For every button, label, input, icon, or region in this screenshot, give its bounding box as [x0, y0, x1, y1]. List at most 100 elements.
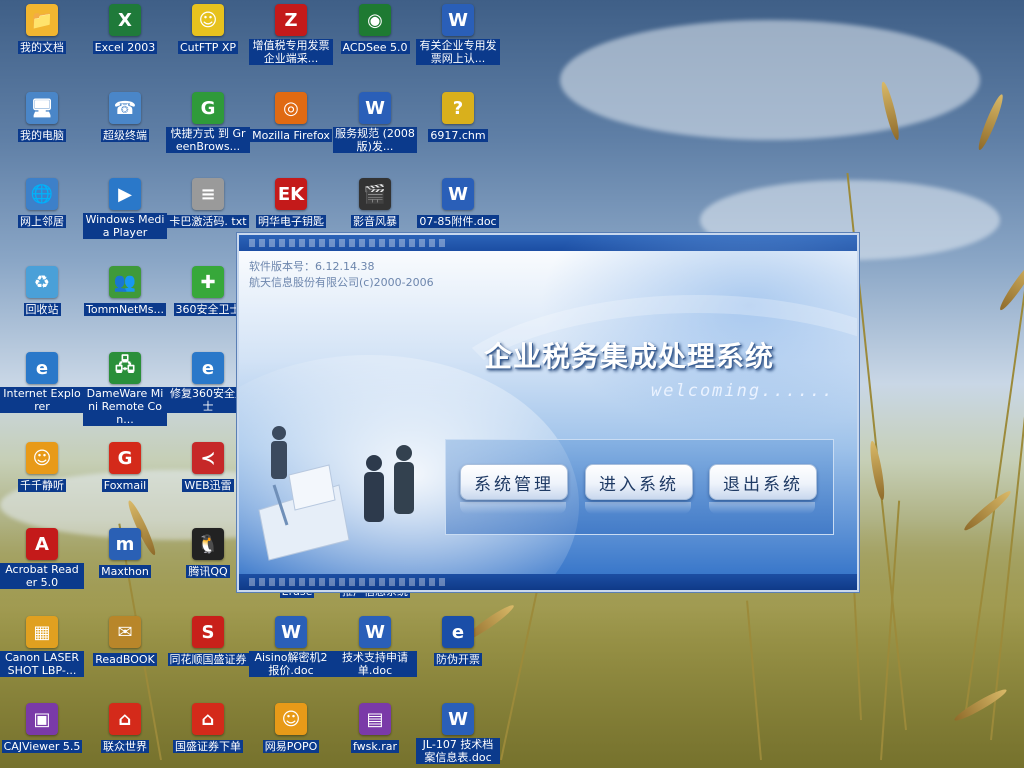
desktop-icon[interactable]: ? 6917.chm	[416, 92, 500, 143]
icon-label: Maxthon	[99, 565, 151, 578]
desktop-icon[interactable]: W 技术支持申请单.doc	[333, 616, 417, 678]
desktop-icon[interactable]: 📁 我的文档	[0, 4, 84, 55]
word-doc-icon: W	[359, 616, 391, 648]
word-doc-icon: W	[442, 178, 474, 210]
icon-label: 网上邻居	[18, 215, 66, 228]
network-places-icon: 🌐	[26, 178, 58, 210]
icon-label: 超级终端	[101, 129, 149, 142]
printer-folder-icon: ▦	[26, 616, 58, 648]
folder-icon: 📁	[26, 4, 58, 36]
icon-label: 国盛证券下单	[173, 740, 243, 753]
icon-label: ReadBOOK	[93, 653, 157, 666]
desktop-icon[interactable]: ☎ 超级终端	[83, 92, 167, 143]
desktop-icon[interactable]: e Internet Explorer	[0, 352, 84, 414]
desktop-icon[interactable]: X Excel 2003	[83, 4, 167, 55]
icon-label: 腾讯QQ	[186, 565, 230, 578]
desktop-icon[interactable]: ⌂ 联众世界	[83, 703, 167, 754]
desktop-icon[interactable]: ⌂ 国盛证券下单	[166, 703, 250, 754]
word-doc-icon: W	[442, 4, 474, 36]
stock-app-icon: S	[192, 616, 224, 648]
desktop-icon[interactable]: W 07-85附件.doc	[416, 178, 500, 229]
icon-label: 网易POPO	[262, 740, 320, 753]
firefox-icon: ◎	[275, 92, 307, 124]
popo-icon: ☺	[275, 703, 307, 735]
desktop-icon[interactable]: Z 增值税专用发票企业端采...	[249, 4, 333, 66]
desktop-icon[interactable]: ▤ fwsk.rar	[333, 703, 417, 754]
system-management-button[interactable]: 系统管理	[460, 464, 568, 500]
desktop-icon[interactable]: EK 明华电子钥匙	[249, 178, 333, 229]
icon-label: 同花顺国盛证券	[167, 653, 249, 666]
desktop-icon[interactable]: ☺ 千千静听	[0, 442, 84, 493]
icon-label: 影音风暴	[351, 215, 399, 228]
users-icon: 👥	[109, 266, 141, 298]
recycle-bin-icon: ♻	[26, 266, 58, 298]
icon-label: 回收站	[23, 303, 61, 316]
icon-label: 快捷方式 到 GreenBrows...	[166, 127, 250, 153]
house-icon: ⌂	[192, 703, 224, 735]
icon-label: Excel 2003	[92, 41, 158, 54]
desktop-icon[interactable]: W Aisino解密机2报价.doc	[249, 616, 333, 678]
icon-label: 服务规范 (2008版)发...	[333, 127, 417, 153]
excel-icon: X	[109, 4, 141, 36]
help-chm-icon: ?	[442, 92, 474, 124]
desktop-icon[interactable]: ◉ ACDSee 5.0	[333, 4, 417, 55]
icon-label: 防伪开票	[434, 653, 482, 666]
anti-fake-invoice-icon: e	[442, 616, 474, 648]
word-doc-icon: W	[275, 616, 307, 648]
icon-label: 有关企业专用发票网上认...	[416, 39, 500, 65]
desktop-icon[interactable]: e 防伪开票	[416, 616, 500, 667]
tax-system-splash-window: 软件版本号：6.12.14.38 航天信息股份有限公司(c)2000-2006 …	[237, 233, 859, 592]
icon-label: Acrobat Reader 5.0	[0, 563, 84, 589]
icon-label: JL-107 技术档案信息表.doc	[416, 738, 500, 764]
icon-label: 增值税专用发票企业端采...	[249, 39, 333, 65]
text-file-icon: ≡	[192, 178, 224, 210]
thunder-icon: ≺	[192, 442, 224, 474]
desktop-icon[interactable]: 🌐 网上邻居	[0, 178, 84, 229]
desktop-icon[interactable]: W 有关企业专用发票网上认...	[416, 4, 500, 66]
icon-label: Mozilla Firefox	[250, 129, 332, 142]
desktop-icon[interactable]: ♻ 回收站	[0, 266, 84, 317]
desktop-icon[interactable]: ≡ 卡巴激活码. txt	[166, 178, 250, 229]
company-copyright: 航天信息股份有限公司(c)2000-2006	[249, 276, 434, 289]
desktop-icon[interactable]: ◎ Mozilla Firefox	[249, 92, 333, 143]
desktop-icon[interactable]: ▣ CAJViewer 5.5	[0, 703, 84, 754]
version-info: 软件版本号：6.12.14.38 航天信息股份有限公司(c)2000-2006	[249, 259, 434, 291]
rar-archive-icon: ▤	[359, 703, 391, 735]
desktop-icon[interactable]: 🎬 影音风暴	[333, 178, 417, 229]
desktop-icon[interactable]: ☺ CutFTP XP	[166, 4, 250, 55]
version-number: 软件版本号：6.12.14.38	[249, 260, 375, 273]
desktop-icon[interactable]: m Maxthon	[83, 528, 167, 579]
desktop-icon[interactable]: 👥 TommNetMs...	[83, 266, 167, 317]
clapperboard-icon: 🎬	[359, 178, 391, 210]
word-doc-icon: W	[442, 703, 474, 735]
welcome-text: welcoming......	[651, 381, 835, 401]
qq-penguin-icon: 🐧	[192, 528, 224, 560]
desktop-icon[interactable]: ✉ ReadBOOK	[83, 616, 167, 667]
splash-bottom-bar	[239, 574, 857, 590]
icon-label: Canon LASER SHOT LBP-...	[0, 651, 84, 677]
icon-label: 我的文档	[18, 41, 66, 54]
ttplayer-icon: ☺	[26, 442, 58, 474]
cajviewer-icon: ▣	[26, 703, 58, 735]
icon-label: 360安全卫士	[173, 303, 243, 316]
icon-label: Foxmail	[101, 479, 149, 492]
maxthon-icon: m	[109, 528, 141, 560]
desktop-icon[interactable]: 🖥 我的电脑	[0, 92, 84, 143]
desktop-icon[interactable]: 🖧 DameWare Mini Remote Con...	[83, 352, 167, 427]
desktop-icon[interactable]: W JL-107 技术档案信息表.doc	[416, 703, 500, 765]
desktop-icon[interactable]: ▦ Canon LASER SHOT LBP-...	[0, 616, 84, 678]
icon-label: 6917.chm	[428, 129, 488, 142]
desktop-icon[interactable]: W 服务规范 (2008版)发...	[333, 92, 417, 154]
exit-system-button[interactable]: 退出系统	[709, 464, 817, 500]
enter-system-button[interactable]: 进入系统	[585, 464, 693, 500]
desktop-icon[interactable]: ☺ 网易POPO	[249, 703, 333, 754]
desktop-icon[interactable]: G 快捷方式 到 GreenBrows...	[166, 92, 250, 154]
shortcut-ie-icon: e	[192, 352, 224, 384]
desktop-icon[interactable]: A Acrobat Reader 5.0	[0, 528, 84, 590]
icon-label: fwsk.rar	[350, 740, 400, 753]
desktop-icon[interactable]: G Foxmail	[83, 442, 167, 493]
icon-label: 技术支持申请单.doc	[333, 651, 417, 677]
cutftp-icon: ☺	[192, 4, 224, 36]
desktop-icon[interactable]: ▶ Windows Media Player	[83, 178, 167, 240]
desktop-icon[interactable]: S 同花顺国盛证券	[166, 616, 250, 667]
